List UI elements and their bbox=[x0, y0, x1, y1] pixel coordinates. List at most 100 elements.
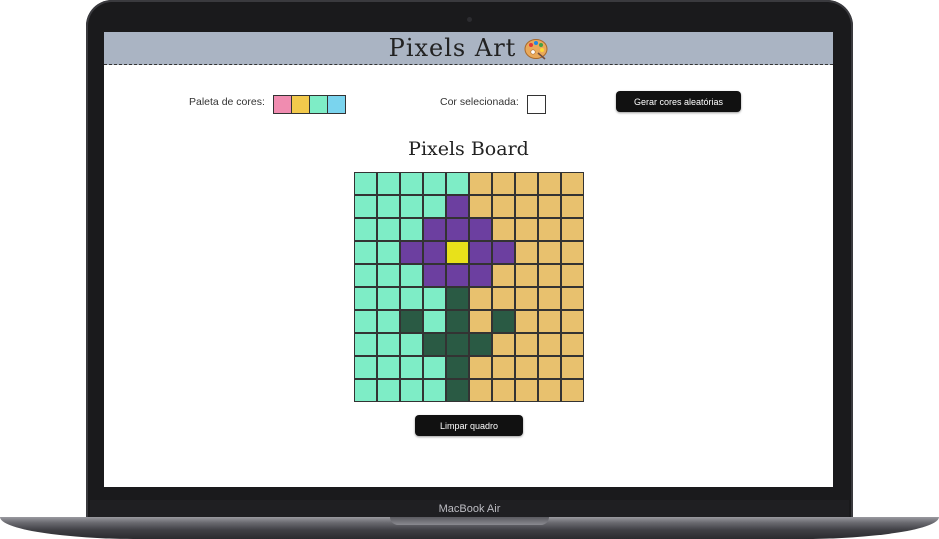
pixel[interactable] bbox=[354, 356, 377, 379]
pixel[interactable] bbox=[377, 218, 400, 241]
pixel[interactable] bbox=[377, 356, 400, 379]
pixel[interactable] bbox=[492, 241, 515, 264]
pixel[interactable] bbox=[561, 264, 584, 287]
pixel[interactable] bbox=[538, 287, 561, 310]
pixel[interactable] bbox=[354, 195, 377, 218]
pixel[interactable] bbox=[400, 310, 423, 333]
pixel[interactable] bbox=[377, 333, 400, 356]
pixel[interactable] bbox=[423, 310, 446, 333]
pixel[interactable] bbox=[377, 195, 400, 218]
pixel[interactable] bbox=[561, 218, 584, 241]
pixel[interactable] bbox=[354, 218, 377, 241]
pixel[interactable] bbox=[377, 310, 400, 333]
pixel[interactable] bbox=[469, 195, 492, 218]
palette-color-3[interactable] bbox=[309, 95, 328, 114]
pixel[interactable] bbox=[492, 310, 515, 333]
pixel[interactable] bbox=[354, 333, 377, 356]
pixel[interactable] bbox=[446, 356, 469, 379]
pixel[interactable] bbox=[354, 310, 377, 333]
pixel[interactable] bbox=[423, 218, 446, 241]
pixel[interactable] bbox=[538, 310, 561, 333]
pixel[interactable] bbox=[446, 287, 469, 310]
pixel[interactable] bbox=[492, 379, 515, 402]
pixel[interactable] bbox=[515, 356, 538, 379]
pixel[interactable] bbox=[469, 218, 492, 241]
pixel[interactable] bbox=[538, 218, 561, 241]
pixel[interactable] bbox=[446, 310, 469, 333]
clear-board-button[interactable]: Limpar quadro bbox=[415, 415, 523, 436]
pixel[interactable] bbox=[469, 356, 492, 379]
pixel[interactable] bbox=[515, 195, 538, 218]
pixel[interactable] bbox=[515, 379, 538, 402]
pixel[interactable] bbox=[469, 310, 492, 333]
pixel[interactable] bbox=[515, 333, 538, 356]
pixel[interactable] bbox=[354, 264, 377, 287]
pixel[interactable] bbox=[538, 379, 561, 402]
pixel[interactable] bbox=[377, 379, 400, 402]
pixel[interactable] bbox=[423, 287, 446, 310]
palette-color-1[interactable] bbox=[273, 95, 292, 114]
pixel[interactable] bbox=[469, 379, 492, 402]
pixel[interactable] bbox=[561, 241, 584, 264]
pixel[interactable] bbox=[469, 264, 492, 287]
pixel[interactable] bbox=[469, 172, 492, 195]
pixel[interactable] bbox=[446, 379, 469, 402]
pixel[interactable] bbox=[492, 356, 515, 379]
pixel[interactable] bbox=[561, 356, 584, 379]
pixel[interactable] bbox=[492, 218, 515, 241]
pixel[interactable] bbox=[492, 264, 515, 287]
pixel[interactable] bbox=[354, 241, 377, 264]
pixel[interactable] bbox=[446, 333, 469, 356]
pixel[interactable] bbox=[561, 333, 584, 356]
pixel[interactable] bbox=[492, 333, 515, 356]
pixel[interactable] bbox=[515, 287, 538, 310]
pixel[interactable] bbox=[469, 241, 492, 264]
pixel[interactable] bbox=[423, 264, 446, 287]
palette-color-2[interactable] bbox=[291, 95, 310, 114]
pixel[interactable] bbox=[446, 241, 469, 264]
pixel[interactable] bbox=[538, 264, 561, 287]
pixel[interactable] bbox=[423, 241, 446, 264]
pixel[interactable] bbox=[400, 356, 423, 379]
pixel[interactable] bbox=[561, 172, 584, 195]
pixel[interactable] bbox=[354, 172, 377, 195]
pixel[interactable] bbox=[400, 379, 423, 402]
pixel[interactable] bbox=[538, 356, 561, 379]
palette-color-4[interactable] bbox=[327, 95, 346, 114]
pixel[interactable] bbox=[515, 172, 538, 195]
pixel[interactable] bbox=[423, 356, 446, 379]
pixel[interactable] bbox=[446, 218, 469, 241]
pixel[interactable] bbox=[400, 218, 423, 241]
pixel[interactable] bbox=[400, 264, 423, 287]
pixel[interactable] bbox=[400, 287, 423, 310]
pixel[interactable] bbox=[515, 310, 538, 333]
pixel[interactable] bbox=[538, 241, 561, 264]
pixel[interactable] bbox=[492, 287, 515, 310]
pixel[interactable] bbox=[469, 333, 492, 356]
pixel[interactable] bbox=[561, 379, 584, 402]
pixel[interactable] bbox=[400, 333, 423, 356]
pixel[interactable] bbox=[354, 287, 377, 310]
pixel[interactable] bbox=[423, 195, 446, 218]
pixel[interactable] bbox=[561, 195, 584, 218]
pixel[interactable] bbox=[423, 333, 446, 356]
pixel[interactable] bbox=[377, 264, 400, 287]
pixel[interactable] bbox=[423, 172, 446, 195]
pixel[interactable] bbox=[354, 379, 377, 402]
pixel[interactable] bbox=[400, 241, 423, 264]
pixel[interactable] bbox=[377, 287, 400, 310]
pixel[interactable] bbox=[561, 287, 584, 310]
pixel[interactable] bbox=[469, 287, 492, 310]
pixel[interactable] bbox=[446, 264, 469, 287]
pixel[interactable] bbox=[492, 172, 515, 195]
pixel[interactable] bbox=[515, 241, 538, 264]
pixel[interactable] bbox=[515, 264, 538, 287]
pixel[interactable] bbox=[423, 379, 446, 402]
pixel[interactable] bbox=[515, 218, 538, 241]
pixel[interactable] bbox=[446, 172, 469, 195]
pixel[interactable] bbox=[377, 241, 400, 264]
random-colors-button[interactable]: Gerar cores aleatórias bbox=[616, 91, 741, 112]
pixel[interactable] bbox=[538, 333, 561, 356]
pixel[interactable] bbox=[400, 195, 423, 218]
pixel[interactable] bbox=[492, 195, 515, 218]
